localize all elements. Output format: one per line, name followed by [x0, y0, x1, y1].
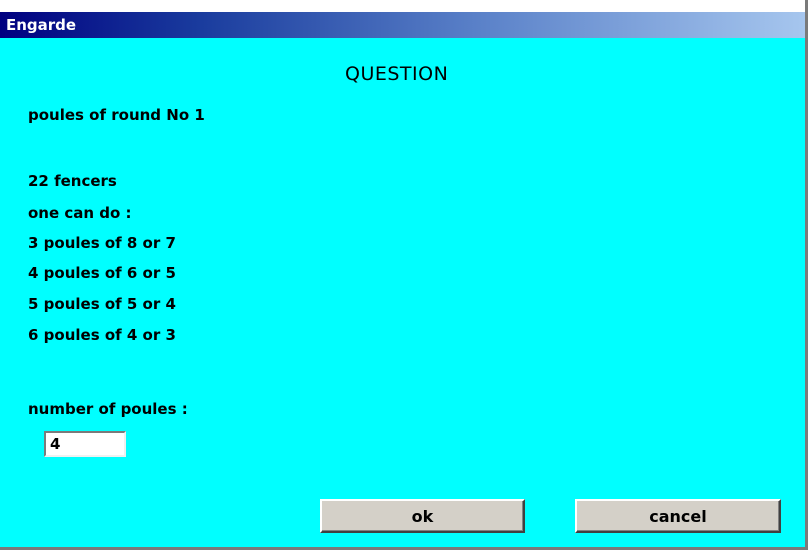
cancel-button[interactable]: cancel [575, 499, 781, 533]
dialog-body: QUESTION poules of round No 1 22 fencers… [0, 38, 805, 547]
fencers-count: 22 fencers [28, 172, 117, 190]
top-strip [0, 0, 805, 12]
ok-button[interactable]: ok [320, 499, 525, 533]
title-bar[interactable]: Engarde [0, 12, 805, 38]
ok-button-label: ok [411, 506, 434, 526]
intro-line: one can do : [28, 204, 132, 222]
window-title: Engarde [6, 16, 77, 34]
dialog-heading: QUESTION [345, 63, 449, 85]
number-of-poules-input[interactable] [44, 431, 126, 457]
input-label: number of poules : [28, 400, 188, 418]
poule-option: 4 poules of 6 or 5 [28, 264, 176, 282]
poule-option: 5 poules of 5 or 4 [28, 295, 176, 313]
round-line: poules of round No 1 [28, 106, 205, 124]
engarde-window: Engarde QUESTION poules of round No 1 22… [0, 0, 808, 550]
poule-option: 6 poules of 4 or 3 [28, 326, 176, 344]
poule-option: 3 poules of 8 or 7 [28, 234, 176, 252]
cancel-button-label: cancel [649, 506, 707, 526]
